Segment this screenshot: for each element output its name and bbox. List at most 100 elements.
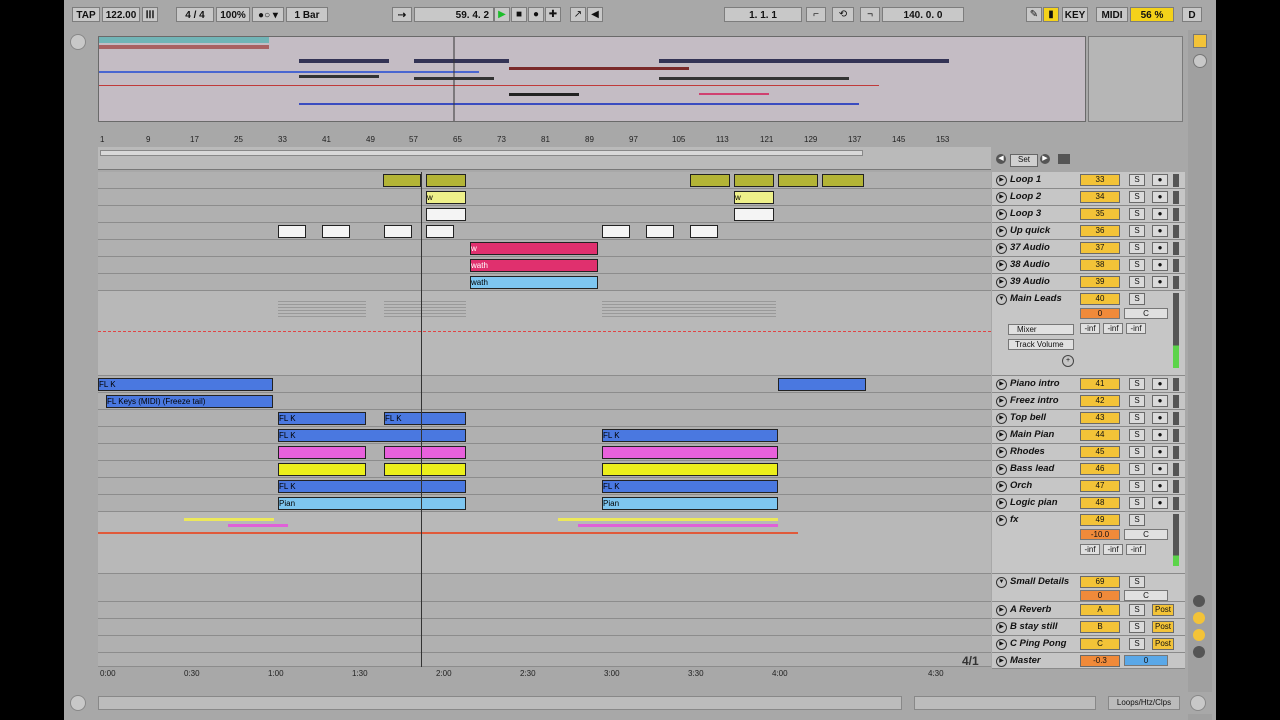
midi-clip[interactable] [278, 463, 366, 476]
track-activator[interactable]: 41 [1080, 378, 1120, 390]
song-position-field[interactable]: 59. 4. 2 [414, 7, 494, 22]
tempo-field[interactable]: 122.00 [102, 7, 140, 22]
lane-39-audio[interactable]: wath [98, 274, 991, 291]
master-track[interactable]: ▶ Master -0.3 0 [992, 653, 1185, 669]
return-c-ping-pong[interactable]: ▶ C Ping Pong C S Post [992, 636, 1185, 653]
track-volume[interactable]: -10.0 [1080, 529, 1120, 540]
track-fold-icon[interactable]: ▶ [996, 498, 1007, 509]
track-activator[interactable]: B [1080, 621, 1120, 633]
midi-clip[interactable] [602, 463, 778, 476]
midi-clip[interactable] [778, 378, 866, 391]
post-button[interactable]: Post [1152, 638, 1174, 650]
track-pan[interactable]: C [1124, 529, 1168, 540]
arrangement-view-toggle-icon[interactable] [1193, 54, 1207, 68]
track-activator[interactable]: 42 [1080, 395, 1120, 407]
overdub-button[interactable]: ✚ [545, 7, 561, 22]
midi-clip[interactable]: FL K [384, 412, 466, 425]
loop-brace[interactable] [100, 150, 863, 156]
track-fold-icon[interactable]: ▶ [996, 260, 1007, 271]
track-fold-icon[interactable]: ▶ [996, 243, 1007, 254]
solo-button[interactable]: S [1129, 604, 1145, 616]
lane-fx[interactable] [98, 512, 991, 574]
track-fold-icon[interactable]: ▶ [996, 226, 1007, 237]
audio-clip[interactable] [383, 174, 421, 187]
track-small-details[interactable]: ▼ Small Details 69 S 0 C [992, 574, 1185, 602]
midi-clip[interactable]: FL K [278, 480, 466, 493]
lane-b-stay-still[interactable] [98, 619, 991, 636]
audio-clip[interactable] [426, 225, 454, 238]
metronome-button[interactable]: ●○ ▾ [252, 7, 284, 22]
track-volume[interactable]: 0 [1080, 308, 1120, 319]
lane-bass-lead[interactable] [98, 461, 991, 478]
audio-clip[interactable] [322, 225, 350, 238]
arm-record-icon[interactable]: ● [1152, 395, 1168, 407]
solo-button[interactable]: S [1129, 480, 1145, 492]
info-view-toggle-icon[interactable] [70, 695, 86, 711]
arm-record-icon[interactable]: ● [1152, 225, 1168, 237]
track-fold-icon[interactable]: ▶ [996, 379, 1007, 390]
audio-clip[interactable] [602, 225, 630, 238]
solo-button[interactable]: S [1129, 576, 1145, 588]
arm-record-icon[interactable]: ● [1152, 259, 1168, 271]
loop-switch-icon[interactable]: ⟲ [832, 7, 854, 22]
return-b-stay-still[interactable]: ▶ B stay still B S Post [992, 619, 1185, 636]
track-activator[interactable]: 69 [1080, 576, 1120, 588]
automation-device-chooser[interactable]: Mixer [1008, 324, 1074, 335]
mixer-show-icon[interactable] [1193, 646, 1205, 658]
track-fx-group[interactable]: ▶ fx 49 S -10.0 C -inf -inf -inf [992, 512, 1185, 574]
track-volume[interactable]: 0 [1080, 590, 1120, 601]
io-toggle-icon[interactable] [1058, 154, 1070, 164]
solo-button[interactable]: S [1129, 638, 1145, 650]
solo-button[interactable]: S [1129, 276, 1145, 288]
set-locator-button[interactable]: Set [1010, 154, 1038, 167]
send-c[interactable]: -inf [1126, 323, 1146, 334]
solo-button[interactable]: S [1129, 225, 1145, 237]
track-activator[interactable]: 43 [1080, 412, 1120, 424]
time-signature[interactable]: 4 / 4 [176, 7, 214, 22]
play-button[interactable]: ▶ [494, 7, 510, 22]
arm-record-icon[interactable]: ● [1152, 378, 1168, 390]
midi-clip[interactable]: FL K [98, 378, 273, 391]
midi-clip[interactable]: FL Keys (MIDI) (Freeze tail) [106, 395, 273, 408]
track-fold-icon[interactable]: ▶ [996, 175, 1007, 186]
lane-a-reverb[interactable] [98, 602, 991, 619]
track-loop-1[interactable]: ▶ Loop 1 33 S ● [992, 172, 1185, 189]
track-fold-icon[interactable]: ▼ [996, 577, 1007, 588]
prev-locator-icon[interactable]: ◀ [996, 154, 1006, 164]
track-activator[interactable]: 40 [1080, 293, 1120, 305]
arm-record-icon[interactable]: ● [1152, 276, 1168, 288]
io-show-icon[interactable] [1193, 595, 1205, 607]
midi-clip[interactable]: FL K [278, 429, 466, 442]
arm-record-icon[interactable]: ● [1152, 174, 1168, 186]
tap-tempo-button[interactable]: TAP [72, 7, 100, 22]
loop-length-field[interactable]: 140. 0. 0 [882, 7, 964, 22]
computer-midi-keyboard-icon[interactable]: ▮ [1043, 7, 1059, 22]
lane-top-bell[interactable]: FL K FL K [98, 410, 991, 427]
audio-clip[interactable]: wath [470, 276, 598, 289]
audio-clip[interactable] [778, 174, 818, 187]
arrangement-lanes[interactable]: w w w wath wath FL K FL Keys (MIDI) (Fre… [98, 172, 991, 667]
track-37-audio[interactable]: ▶ 37 Audio 37 S ● [992, 240, 1185, 257]
track-activator[interactable]: A [1080, 604, 1120, 616]
arm-record-icon[interactable]: ● [1152, 497, 1168, 509]
track-activator[interactable]: 48 [1080, 497, 1120, 509]
audio-clip[interactable] [426, 208, 466, 221]
track-bass-lead[interactable]: ▶ Bass lead 46 S ● [992, 461, 1185, 478]
solo-button[interactable]: S [1129, 208, 1145, 220]
midi-clip[interactable]: FL K [278, 412, 366, 425]
track-fold-icon[interactable]: ▶ [996, 639, 1007, 650]
track-fold-icon[interactable]: ▶ [996, 413, 1007, 424]
arm-record-icon[interactable]: ● [1152, 412, 1168, 424]
track-activator[interactable]: 36 [1080, 225, 1120, 237]
loop-start-field[interactable]: 1. 1. 1 [724, 7, 802, 22]
punch-out-icon[interactable]: ¬ [860, 7, 880, 22]
lane-main-leads[interactable] [98, 291, 991, 376]
track-39-audio[interactable]: ▶ 39 Audio 39 S ● [992, 274, 1185, 291]
post-button[interactable]: Post [1152, 604, 1174, 616]
track-fold-icon[interactable]: ▶ [996, 277, 1007, 288]
automation-line[interactable] [98, 331, 991, 332]
audio-clip[interactable] [690, 225, 718, 238]
track-fold-icon[interactable]: ▶ [996, 396, 1007, 407]
track-fold-icon[interactable]: ▶ [996, 464, 1007, 475]
bar-ruler[interactable]: 1 9 17 25 33 41 49 57 65 73 81 89 97 105… [98, 133, 991, 148]
